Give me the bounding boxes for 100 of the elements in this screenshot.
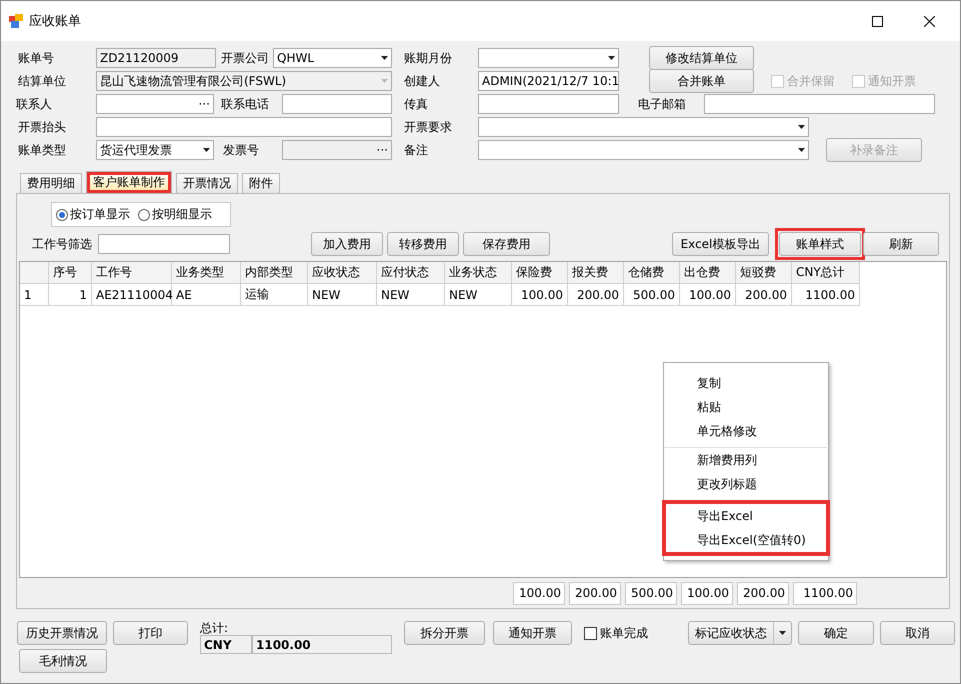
dropdown-arrow-icon[interactable]	[798, 125, 805, 129]
history-button[interactable]: 历史开票情况	[17, 621, 107, 645]
field-label: 账单号	[18, 50, 55, 66]
radio-option[interactable]: 按订单显示	[56, 206, 130, 223]
total-cell: 100.00	[513, 582, 565, 604]
table-cell: AE21110004	[92, 284, 172, 306]
total-label: 总计:	[200, 621, 230, 635]
done-checkbox[interactable]: 账单完成	[584, 621, 648, 645]
form-button[interactable]: 合并账单	[649, 69, 754, 93]
dropdown-arrow-icon[interactable]	[779, 631, 786, 635]
ok-button[interactable]: 确定	[798, 621, 874, 645]
dropdown-arrow-icon[interactable]	[203, 148, 210, 152]
column-header[interactable]: 业务类型	[172, 262, 241, 284]
column-header[interactable]: 应收状态	[308, 262, 377, 284]
field-label: 账单类型	[18, 142, 67, 158]
field-label: 开票公司	[221, 50, 270, 66]
dropdown-field[interactable]: QHWL	[273, 48, 392, 68]
dropdown-arrow-icon[interactable]	[381, 56, 388, 60]
currency-field: CNY	[200, 635, 252, 654]
dropdown-arrow-icon[interactable]	[798, 148, 805, 152]
tab[interactable]: 开票情况	[176, 173, 238, 193]
toolbar-button[interactable]: 账单样式	[779, 232, 861, 256]
radio-option[interactable]: 按明细显示	[138, 206, 212, 223]
lookup-field[interactable]: ···	[96, 94, 214, 114]
field-label: 备注	[404, 142, 429, 158]
table-cell: 1	[49, 284, 92, 306]
field-label: 结算单位	[18, 72, 67, 90]
total-cell: 1100.00	[793, 582, 857, 604]
dropdown-arrow-icon[interactable]	[608, 56, 615, 60]
cancel-button[interactable]: 取消	[880, 621, 955, 645]
table-cell: NEW	[445, 284, 512, 306]
menu-item[interactable]: 粘贴	[666, 395, 826, 419]
total-cell: 200.00	[569, 582, 621, 604]
text-field[interactable]	[282, 94, 392, 114]
total-amount-field: 1100.00	[252, 635, 392, 654]
field-label: 创建人	[404, 72, 441, 90]
notify-invoice-button[interactable]: 通知开票	[493, 621, 572, 645]
field-label: 联系人	[16, 96, 53, 112]
profit-button[interactable]: 毛利情况	[19, 649, 107, 673]
column-header[interactable]: 内部类型	[241, 262, 308, 284]
field-label: 电子邮箱	[638, 96, 687, 112]
menu-item[interactable]: 新增费用列	[666, 448, 826, 472]
menu-item[interactable]: 导出Excel	[666, 504, 826, 528]
app-icon	[9, 14, 23, 28]
table-cell: 200.00	[736, 284, 792, 306]
column-header[interactable]: CNY总计	[792, 262, 860, 284]
field-label: 传真	[404, 96, 429, 112]
dropdown-field[interactable]: 货运代理发票	[96, 140, 214, 160]
column-header[interactable]: 业务状态	[445, 262, 512, 284]
table-cell: 1100.00	[792, 284, 860, 306]
column-header[interactable]: 应付状态	[377, 262, 445, 284]
table-cell: NEW	[308, 284, 377, 306]
menu-item[interactable]: 复制	[666, 371, 826, 395]
total-cell: 200.00	[737, 582, 789, 604]
text-field[interactable]	[478, 94, 619, 114]
maximize-icon	[872, 16, 882, 26]
dropdown-field[interactable]	[478, 48, 619, 68]
field-label: 发票号	[223, 142, 260, 158]
tab[interactable]: 附件	[242, 173, 280, 193]
dropdown-field[interactable]	[478, 117, 809, 137]
field-label: 开票抬头	[18, 118, 67, 136]
toolbar-button[interactable]: 保存费用	[463, 232, 550, 256]
status-split-button[interactable]: 标记应收状态	[688, 621, 792, 645]
total-cell: 500.00	[625, 582, 677, 604]
dropdown-field[interactable]	[478, 140, 809, 160]
window-title: 应收账单	[29, 13, 82, 30]
column-header[interactable]: 工作号	[92, 262, 172, 284]
filter-field[interactable]	[98, 234, 230, 254]
column-header[interactable]: 短驳费	[736, 262, 792, 284]
table-cell: NEW	[377, 284, 445, 306]
toolbar-button[interactable]: Excel模板导出	[672, 232, 769, 256]
toolbar-button[interactable]: 加入费用	[311, 232, 383, 256]
toolbar-button[interactable]: 转移费用	[387, 232, 459, 256]
table-cell: AE	[172, 284, 241, 306]
table-cell: 100.00	[680, 284, 736, 306]
text-field[interactable]: ADMIN(2021/12/7 10:1	[478, 71, 619, 91]
filter-label: 工作号筛选	[32, 236, 93, 252]
total-cell: 100.00	[681, 582, 733, 604]
tab[interactable]: 费用明细	[20, 173, 82, 193]
table-cell: 200.00	[568, 284, 624, 306]
field-label: 账期月份	[404, 50, 453, 66]
tab[interactable]: 客户账单制作	[86, 171, 172, 193]
menu-item[interactable]: 更改列标题	[666, 472, 826, 496]
column-header[interactable]: 报关费	[568, 262, 624, 284]
split-invoice-button[interactable]: 拆分开票	[404, 621, 485, 645]
table-cell: 500.00	[624, 284, 680, 306]
toolbar-button[interactable]: 刷新	[863, 232, 939, 256]
menu-item[interactable]: 导出Excel(空值转0)	[666, 528, 826, 552]
text-field[interactable]	[96, 117, 392, 137]
table-cell: 100.00	[512, 284, 568, 306]
row-header[interactable]: 1	[20, 284, 49, 306]
text-field[interactable]	[704, 94, 935, 114]
print-button[interactable]: 打印	[113, 621, 188, 645]
form-button[interactable]: 修改结算单位	[649, 46, 754, 70]
column-header[interactable]: 出仓费	[680, 262, 736, 284]
menu-item[interactable]: 单元格修改	[666, 419, 826, 443]
column-header[interactable]: 序号	[49, 262, 92, 284]
table-cell: 运输	[241, 284, 308, 306]
column-header[interactable]: 保险费	[512, 262, 568, 284]
column-header[interactable]: 仓储费	[624, 262, 680, 284]
